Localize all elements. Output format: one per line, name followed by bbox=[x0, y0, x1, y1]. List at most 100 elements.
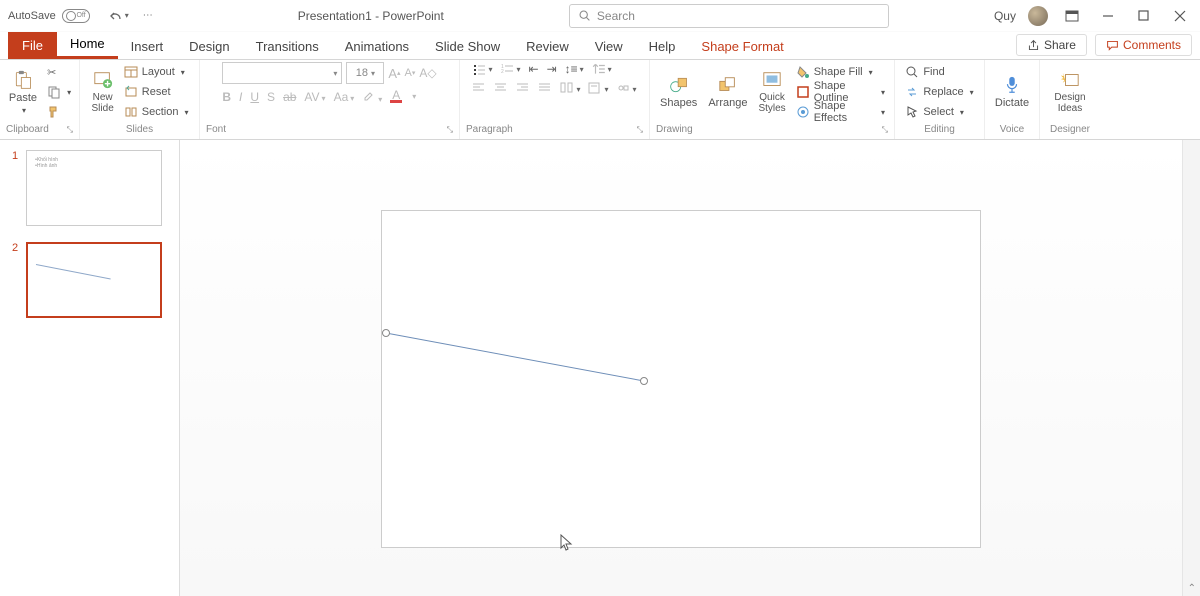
arrange-button[interactable]: Arrange bbox=[704, 73, 751, 111]
decrease-indent-button[interactable]: ⇤ bbox=[529, 62, 539, 76]
account-name[interactable]: Quy bbox=[994, 9, 1016, 23]
arrange-icon bbox=[718, 75, 738, 95]
quick-styles-button[interactable]: QuickStyles bbox=[754, 68, 789, 116]
change-case-button[interactable]: Aa▾ bbox=[334, 90, 355, 104]
line-handle-end[interactable] bbox=[640, 377, 648, 385]
line-spacing-button[interactable]: ↕≡▾ bbox=[565, 62, 584, 76]
qat-customize-button[interactable]: ⋯ bbox=[138, 7, 158, 24]
thumbnail-2-row: 2 bbox=[12, 242, 167, 318]
clipboard-launcher[interactable]: ⤡ bbox=[67, 125, 73, 135]
smartart-button[interactable]: ▾ bbox=[617, 82, 637, 96]
autosave-toggle[interactable]: AutoSave Off bbox=[8, 9, 90, 23]
effects-icon bbox=[796, 105, 810, 119]
font-size-combo[interactable]: 18▾ bbox=[346, 62, 384, 84]
tab-shape-format[interactable]: Shape Format bbox=[688, 34, 796, 59]
increase-indent-button[interactable]: ⇥ bbox=[547, 62, 557, 76]
paste-button[interactable]: Paste ▾ bbox=[5, 68, 41, 117]
ribbon-tabs: File Home Insert Design Transitions Anim… bbox=[0, 32, 1200, 60]
group-font: ▾ 18▾ A▴ A▾ A◇ B I U S ab AV▾ Aa▾ ▾ A▾ F… bbox=[200, 60, 460, 139]
shrink-font-button[interactable]: A▾ bbox=[405, 67, 416, 79]
drawing-launcher[interactable]: ⤡ bbox=[882, 125, 888, 135]
slide[interactable] bbox=[381, 210, 981, 548]
align-center-button[interactable] bbox=[494, 82, 508, 96]
section-button[interactable]: Section▾ bbox=[121, 103, 192, 121]
font-color-button[interactable]: A bbox=[390, 91, 402, 103]
underline-button[interactable]: U bbox=[250, 90, 259, 104]
avatar-icon[interactable] bbox=[1028, 6, 1048, 26]
bullets-button[interactable]: ▾ bbox=[472, 62, 492, 76]
shape-fill-button[interactable]: Shape Fill▾ bbox=[793, 63, 888, 81]
new-slide-button[interactable]: NewSlide bbox=[88, 68, 118, 116]
group-voice: Dictate Voice bbox=[985, 60, 1040, 139]
tab-home[interactable]: Home bbox=[57, 31, 118, 59]
cut-button[interactable]: ✂ bbox=[44, 63, 74, 81]
reset-button[interactable]: Reset bbox=[121, 83, 192, 101]
find-button[interactable]: Find bbox=[902, 63, 976, 81]
select-label: Select bbox=[923, 106, 954, 118]
collapse-ribbon-button[interactable]: ⌃ bbox=[1188, 583, 1196, 594]
thumbnail-pane[interactable]: 1 •Khối hình•Hình ảnh 2 bbox=[0, 140, 180, 596]
minimize-button[interactable] bbox=[1096, 4, 1120, 28]
vertical-scrollbar[interactable] bbox=[1182, 140, 1200, 596]
close-button[interactable] bbox=[1168, 4, 1192, 28]
thumbnail-1[interactable]: •Khối hình•Hình ảnh bbox=[26, 150, 162, 226]
design-ideas-button[interactable]: DesignIdeas bbox=[1050, 68, 1089, 116]
bold-button[interactable]: B bbox=[222, 90, 231, 104]
shape-effects-button[interactable]: Shape Effects▾ bbox=[793, 103, 888, 121]
replace-button[interactable]: Replace▾ bbox=[902, 83, 976, 101]
tab-transitions[interactable]: Transitions bbox=[243, 34, 332, 59]
align-text-button[interactable]: ▾ bbox=[588, 82, 608, 96]
char-spacing-button[interactable]: AV▾ bbox=[304, 90, 325, 104]
align-left-button[interactable] bbox=[472, 82, 486, 96]
shape-outline-button[interactable]: Shape Outline▾ bbox=[793, 83, 888, 101]
line-shape[interactable] bbox=[382, 211, 982, 549]
layout-button[interactable]: Layout▾ bbox=[121, 63, 192, 81]
reset-icon bbox=[124, 85, 138, 99]
group-font-label: Font bbox=[206, 124, 226, 135]
grow-font-button[interactable]: A▴ bbox=[388, 66, 400, 81]
highlight-button[interactable]: ▾ bbox=[362, 88, 382, 105]
font-launcher[interactable]: ⤡ bbox=[447, 125, 453, 135]
tab-review[interactable]: Review bbox=[513, 34, 582, 59]
shapes-label: Shapes bbox=[660, 97, 697, 109]
tab-help[interactable]: Help bbox=[636, 34, 689, 59]
slide-canvas[interactable] bbox=[180, 140, 1182, 596]
search-box[interactable]: Search bbox=[569, 4, 889, 28]
text-direction-button[interactable]: ▾ bbox=[592, 62, 612, 76]
align-right-button[interactable] bbox=[516, 82, 530, 96]
share-icon bbox=[1027, 39, 1040, 52]
line-handle-start[interactable] bbox=[382, 329, 390, 337]
share-button[interactable]: Share bbox=[1016, 34, 1087, 56]
copy-button[interactable]: ▾ bbox=[44, 83, 74, 101]
select-button[interactable]: Select▾ bbox=[902, 103, 976, 121]
tab-slideshow[interactable]: Slide Show bbox=[422, 34, 513, 59]
font-name-combo[interactable]: ▾ bbox=[222, 62, 342, 84]
titlebar-right: Quy bbox=[994, 4, 1192, 28]
ribbon-display-button[interactable] bbox=[1060, 4, 1084, 28]
strikethrough-button[interactable]: ab bbox=[283, 90, 296, 104]
tab-file[interactable]: File bbox=[8, 32, 57, 59]
format-painter-button[interactable] bbox=[44, 103, 74, 121]
maximize-button[interactable] bbox=[1132, 4, 1156, 28]
paragraph-launcher[interactable]: ⤡ bbox=[637, 125, 643, 135]
section-icon bbox=[124, 105, 138, 119]
numbering-button[interactable]: 12▾ bbox=[500, 62, 520, 76]
work-area: 1 •Khối hình•Hình ảnh 2 bbox=[0, 140, 1200, 596]
comments-button[interactable]: Comments bbox=[1095, 34, 1192, 56]
clear-formatting-button[interactable]: A◇ bbox=[419, 66, 436, 80]
dictate-button[interactable]: Dictate bbox=[991, 73, 1033, 111]
shadow-button[interactable]: S bbox=[267, 90, 275, 104]
tab-animations[interactable]: Animations bbox=[332, 34, 422, 59]
thumbnail-2-number: 2 bbox=[12, 242, 18, 254]
tab-design[interactable]: Design bbox=[176, 34, 242, 59]
tab-view[interactable]: View bbox=[582, 34, 636, 59]
justify-button[interactable] bbox=[538, 82, 552, 96]
tab-insert[interactable]: Insert bbox=[118, 34, 177, 59]
shapes-button[interactable]: Shapes bbox=[656, 73, 701, 111]
italic-button[interactable]: I bbox=[239, 90, 242, 104]
undo-button[interactable]: ▾ bbox=[102, 5, 134, 27]
columns-button[interactable]: ▾ bbox=[560, 82, 580, 96]
thumbnail-2[interactable] bbox=[26, 242, 162, 318]
reset-label: Reset bbox=[142, 86, 171, 98]
group-slides-label: Slides bbox=[86, 122, 193, 137]
